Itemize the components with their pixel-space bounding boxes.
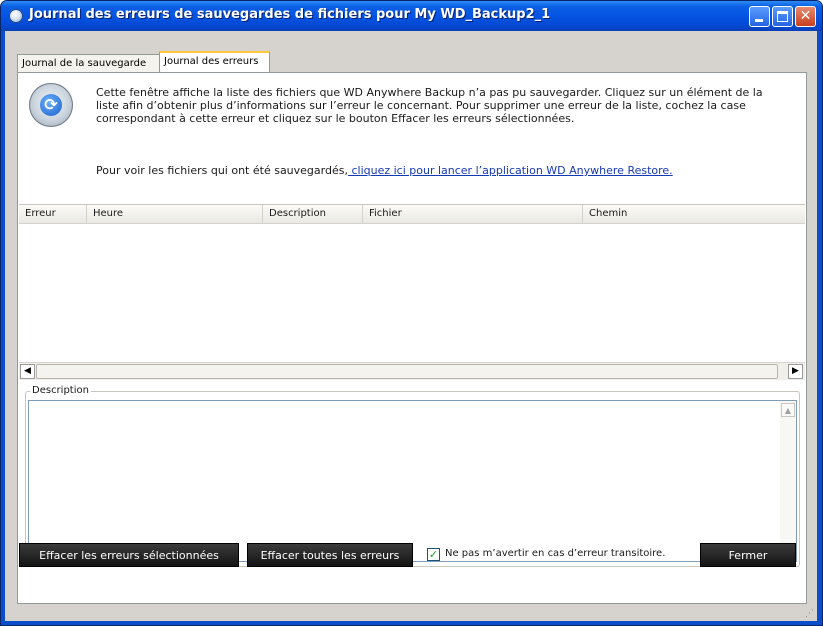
transient-error-checkbox-label[interactable]: Ne pas m’avertir en cas d’erreur transit…: [445, 548, 665, 559]
vertical-scrollbar[interactable]: ▲ ▼: [780, 401, 796, 561]
restore-app-link[interactable]: cliquez ici pour lancer l’application WD…: [348, 164, 672, 177]
transient-error-checkbox[interactable]: ✓: [427, 548, 440, 561]
wd-backup-icon: [9, 9, 23, 23]
window-client-area: Journal de la sauvegarde Journal des err…: [5, 31, 817, 621]
horizontal-scrollbar[interactable]: ◀ ▶: [19, 362, 805, 380]
clear-all-errors-button[interactable]: Effacer toutes les erreurs: [247, 543, 413, 567]
close-button[interactable]: Fermer: [700, 543, 796, 567]
column-header-chemin[interactable]: Chemin: [583, 205, 805, 223]
tab-backup-log[interactable]: Journal de la sauvegarde: [17, 54, 163, 72]
scroll-thumb[interactable]: [36, 364, 778, 379]
window-title: Journal des erreurs de sauvegardes de fi…: [29, 7, 551, 22]
intro-text: Cette fenêtre affiche la liste des fichi…: [96, 86, 763, 125]
column-header-heure[interactable]: Heure: [87, 205, 263, 223]
restore-link-prefix: Pour voir les fichiers qui ont été sauve…: [96, 164, 348, 177]
minimize-button[interactable]: [749, 6, 770, 27]
refresh-arrow-icon: ⟳: [44, 95, 58, 114]
minimize-icon: [755, 19, 763, 22]
backup-clock-icon: ⟳: [29, 83, 73, 127]
column-header-erreur[interactable]: Erreur: [19, 205, 87, 223]
scroll-up-icon[interactable]: ▲: [781, 403, 795, 417]
main-window: Journal des erreurs de sauvegardes de fi…: [0, 0, 823, 626]
tab-error-log[interactable]: Journal des erreurs: [159, 51, 270, 73]
title-bar[interactable]: Journal des erreurs de sauvegardes de fi…: [1, 1, 822, 31]
clear-selected-errors-button[interactable]: Effacer les erreurs sélectionnées: [19, 543, 239, 567]
maximize-button[interactable]: [772, 6, 793, 27]
error-log-panel: ⟳ Cette fenêtre affiche la liste des fic…: [17, 72, 807, 604]
resize-grip-icon[interactable]: ⋰: [805, 609, 815, 619]
scroll-left-icon[interactable]: ◀: [20, 364, 35, 379]
column-header-fichier[interactable]: Fichier: [363, 205, 583, 223]
description-legend: Description: [30, 385, 91, 396]
description-textarea[interactable]: ▲ ▼: [28, 400, 797, 562]
error-list[interactable]: Erreur Heure Description Fichier Chemin: [19, 204, 805, 382]
maximize-icon: [777, 11, 788, 22]
error-list-header: Erreur Heure Description Fichier Chemin: [19, 205, 805, 224]
close-icon: ✕: [799, 8, 812, 24]
restore-link-line: Pour voir les fichiers qui ont été sauve…: [96, 164, 673, 177]
scroll-right-icon[interactable]: ▶: [788, 364, 803, 379]
column-header-description[interactable]: Description: [263, 205, 363, 223]
close-window-button[interactable]: ✕: [795, 6, 816, 27]
description-group: Description ▲ ▼: [25, 385, 800, 567]
